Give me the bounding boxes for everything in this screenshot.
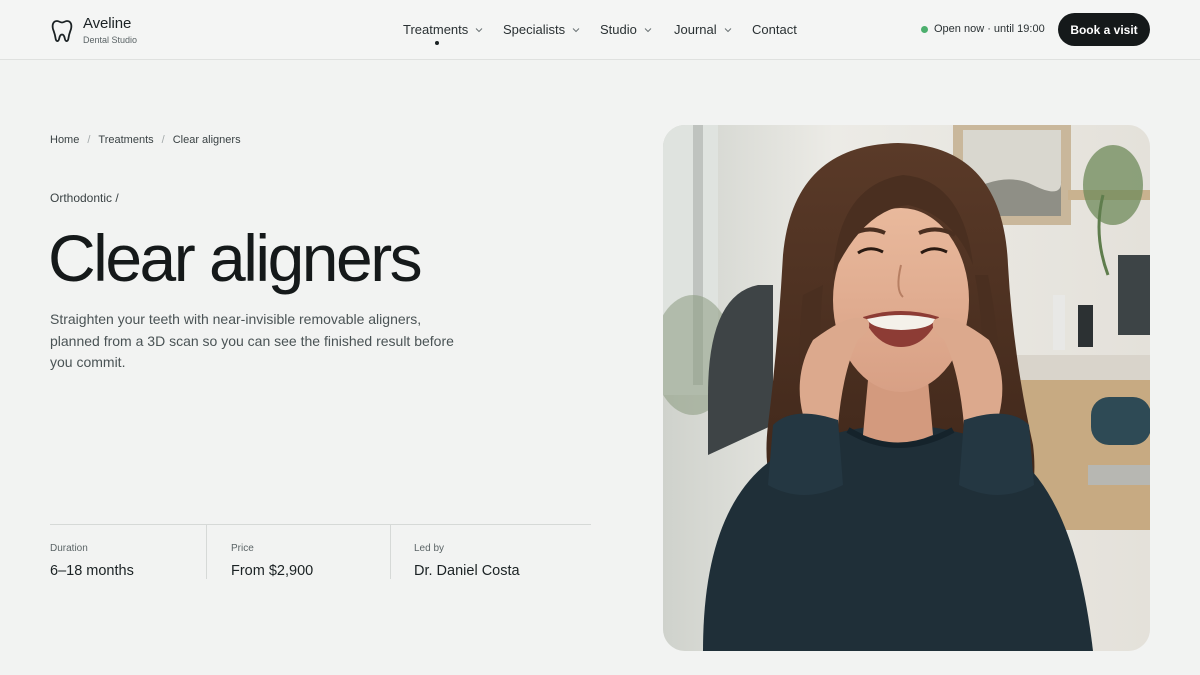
breadcrumb-treatments[interactable]: Treatments	[98, 134, 153, 146]
brand-name: Aveline	[83, 15, 132, 32]
treatment-facts: Duration 6–18 months Price From $2,900 L…	[50, 524, 591, 580]
nav-label: Studio	[600, 22, 637, 37]
fact-divider	[206, 525, 207, 579]
breadcrumb: Home / Treatments / Clear aligners	[50, 134, 241, 146]
nav-item-specialists[interactable]: Specialists	[503, 22, 580, 37]
active-indicator-dot	[435, 41, 439, 45]
fact-label: Led by	[414, 543, 445, 554]
page-title: Clear aligners	[48, 221, 423, 295]
breadcrumb-separator: /	[161, 134, 165, 146]
brand-subtitle: Dental Studio	[83, 35, 138, 45]
opening-status: Open now · until 19:00	[921, 23, 1045, 35]
chevron-down-icon	[572, 27, 580, 32]
chevron-down-icon	[475, 27, 483, 32]
fact-value: Dr. Daniel Costa	[414, 563, 520, 579]
chevron-down-icon	[724, 27, 731, 32]
brand-logo[interactable]: Aveline Dental Studio	[50, 15, 137, 46]
nav-item-contact[interactable]: Contact	[752, 22, 797, 37]
fact-value: From $2,900	[231, 563, 314, 579]
fact-led-by: Led by Dr. Daniel Costa	[414, 525, 591, 581]
site-header: Aveline Dental Studio Treatments Special…	[0, 0, 1200, 60]
nav-label: Treatments	[403, 22, 469, 37]
breadcrumb-home[interactable]: Home	[50, 134, 79, 146]
category-kicker: Orthodontic /	[50, 191, 119, 205]
fact-duration: Duration 6–18 months	[50, 525, 206, 581]
chevron-down-icon	[644, 27, 652, 32]
nav-label: Specialists	[503, 22, 566, 37]
fact-value: 6–18 months	[50, 563, 134, 579]
patient-aligner-illustration	[663, 125, 1150, 651]
status-text: Open now · until 19:00	[934, 23, 1045, 35]
breadcrumb-current: Clear aligners	[172, 134, 241, 146]
fact-label: Price	[231, 543, 254, 554]
fact-divider	[390, 525, 391, 579]
nav-item-studio[interactable]: Studio	[600, 22, 652, 37]
page-lead: Straighten your teeth with near-invisibl…	[50, 311, 454, 370]
nav-label: Journal	[674, 22, 717, 37]
nav-item-journal[interactable]: Journal	[674, 22, 732, 37]
fact-price: Price From $2,900	[231, 525, 390, 581]
breadcrumb-separator: /	[87, 134, 91, 146]
hero-photo	[663, 125, 1150, 651]
fact-label: Duration	[50, 543, 88, 554]
nav-item-treatments[interactable]: Treatments	[403, 22, 483, 45]
book-visit-button[interactable]: Book a visit	[1058, 13, 1150, 46]
status-dot-icon	[921, 25, 928, 33]
nav-label: Contact	[752, 22, 797, 37]
tooth-icon	[51, 20, 73, 42]
